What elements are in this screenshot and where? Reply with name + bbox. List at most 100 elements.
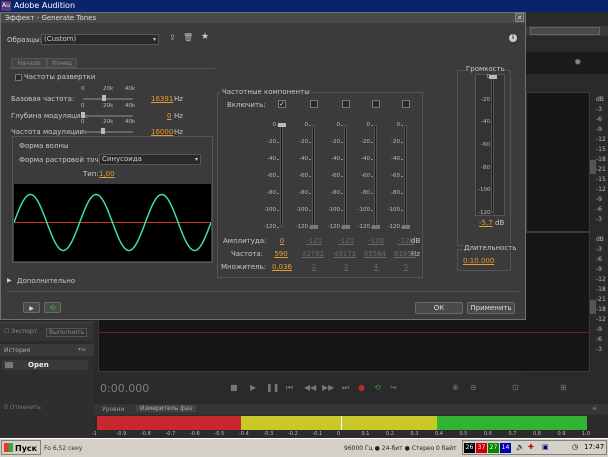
transport-pause-button[interactable]: ❚❚ (266, 383, 279, 392)
apply-button[interactable]: Применить (467, 302, 515, 314)
loop-toggle-button[interactable]: ⟲ (44, 302, 61, 313)
volume-value[interactable]: -5,7 (479, 219, 493, 227)
component-enable-checkbox[interactable] (402, 100, 410, 108)
start-button[interactable]: Пуск (1, 440, 41, 455)
component-slider-knob[interactable] (342, 225, 350, 229)
component-amplitude[interactable]: -120 (396, 237, 416, 245)
transport-loop-button[interactable]: ⟲ (374, 383, 381, 392)
volume-slider-knob[interactable] (489, 75, 497, 79)
component-amplitude[interactable]: -120 (304, 237, 324, 245)
param-value[interactable]: 0 (167, 112, 171, 120)
db-tick-mark (371, 142, 373, 143)
duration-value[interactable]: 0:10.000 (463, 257, 494, 265)
param-value[interactable]: 16000 (151, 128, 173, 136)
param-unit: Hz (174, 112, 183, 120)
time-display: 0:00.000 (100, 382, 150, 395)
component-frequency[interactable]: 49173 (332, 250, 358, 258)
param-value[interactable]: 16391 (151, 95, 173, 103)
tab-start[interactable]: Начало (11, 58, 47, 68)
run-button[interactable]: Выполнить (46, 328, 88, 337)
sweep-checkbox[interactable] (15, 74, 22, 81)
db-scale-label: -6 (596, 336, 602, 343)
dialog-close-button[interactable]: ✕ (515, 13, 524, 22)
meter-tick-label: 0.8 (533, 431, 541, 437)
tab-end[interactable]: Конец (47, 58, 77, 68)
tab-phase-meter[interactable]: Измеритель фаз (136, 405, 197, 412)
ok-button[interactable]: ОК (415, 302, 463, 314)
component-amplitude[interactable]: -120 (366, 237, 386, 245)
component-multiplier[interactable]: 2 (302, 263, 326, 271)
zoom-selection-icon[interactable]: ⊞ (560, 383, 567, 392)
component-frequency[interactable]: 81955 (392, 250, 418, 258)
transport-rewind-start-button[interactable]: ⏮ (286, 383, 293, 393)
component-slider-track[interactable] (312, 125, 315, 227)
transport-play-button[interactable]: ▶ (250, 383, 256, 392)
transport-skip-button[interactable]: ↪ (390, 383, 397, 392)
search-field[interactable] (530, 27, 600, 35)
param-slider-track[interactable] (83, 131, 133, 133)
transport-stop-button[interactable]: ■ (230, 383, 238, 392)
tab-history[interactable]: История (4, 347, 30, 354)
scroll-handle[interactable] (590, 160, 596, 174)
presets-dropdown[interactable]: (Custom) ▾ (41, 34, 159, 45)
component-frequency[interactable]: 65564 (362, 250, 388, 258)
param-slider-knob[interactable] (101, 128, 105, 134)
transport-rewind-button[interactable]: ◀◀ (304, 383, 316, 392)
component-frequency[interactable]: 32782 (300, 250, 326, 258)
export-button[interactable]: ☐ Экспорт (4, 328, 37, 335)
preview-play-button[interactable]: ▶ (23, 302, 40, 313)
info-icon[interactable]: i (509, 34, 517, 42)
tab-levels[interactable]: Уровни (102, 406, 125, 413)
component-slider-track[interactable] (374, 125, 377, 227)
component-slider-knob[interactable] (310, 225, 318, 229)
tray-network-icon[interactable]: ✚ (528, 443, 534, 451)
component-enable-checkbox[interactable]: ✓ (278, 100, 286, 108)
zoom-in-icon[interactable]: ⊕ (452, 383, 459, 392)
advanced-expand-icon[interactable]: ▶ (7, 277, 12, 284)
component-amplitude[interactable]: -120 (336, 237, 356, 245)
tray-app-icon[interactable]: ▣ (542, 443, 549, 451)
volume-slider-track[interactable] (491, 77, 494, 213)
transport-record-button[interactable]: ● (358, 383, 365, 392)
component-slider-knob[interactable] (402, 225, 410, 229)
component-enable-checkbox[interactable] (342, 100, 350, 108)
zoom-out-icon[interactable]: ⊖ (470, 383, 477, 392)
component-slider-knob[interactable] (372, 225, 380, 229)
levels-panel-menu-icon[interactable]: ≡ (592, 405, 597, 412)
delete-preset-icon[interactable]: 🗑 (183, 33, 193, 42)
param-slider-knob[interactable] (101, 95, 106, 101)
zoom-full-icon[interactable]: ⊡ (512, 383, 519, 392)
waveform-shape-dropdown[interactable]: Синусоида ▾ (99, 154, 201, 165)
component-slider-knob[interactable] (278, 123, 286, 127)
db-tick-mark (401, 193, 403, 194)
transport-forward-button[interactable]: ▶▶ (322, 383, 334, 392)
component-enable-checkbox[interactable] (372, 100, 380, 108)
component-frequency[interactable]: 590 (268, 250, 294, 258)
component-multiplier[interactable]: 0,036 (270, 263, 294, 271)
favorite-star-icon[interactable]: ★ (201, 32, 209, 42)
component-slider-track[interactable] (404, 125, 407, 227)
snap-icon[interactable]: ✹ (574, 58, 582, 68)
param-slider-track[interactable] (83, 115, 133, 117)
enable-label: Включить: (227, 101, 266, 109)
param-slider-knob[interactable] (81, 112, 85, 118)
taskbar: Пуск Fo 6,52 секу 96000 Гц ● 24-бит ● Ст… (0, 438, 608, 457)
component-multiplier[interactable]: 4 (364, 263, 388, 271)
slider-tick-label: 20k (103, 86, 114, 92)
tray-volume-icon[interactable]: 🔈 (516, 443, 525, 451)
component-slider-track[interactable] (280, 125, 283, 227)
component-multiplier[interactable]: 3 (334, 263, 358, 271)
save-preset-icon[interactable]: ⇪ (169, 33, 176, 42)
history-panel-menu-icon[interactable]: ▾≡ (78, 346, 86, 353)
waveform-type-value[interactable]: 1,00 (99, 170, 115, 178)
component-slider-track[interactable] (344, 125, 347, 227)
component-multiplier[interactable]: 5 (394, 263, 418, 271)
advanced-label[interactable]: Дополнительно (17, 277, 75, 285)
waveform-section-title: Форма волны (19, 142, 69, 150)
transport-end-button[interactable]: ⏭ (342, 383, 349, 393)
param-slider-track[interactable] (83, 98, 133, 100)
component-enable-checkbox[interactable] (310, 100, 318, 108)
scroll-handle-2[interactable] (590, 300, 596, 314)
component-amplitude[interactable]: 0 (272, 237, 292, 245)
meter-red-section (97, 416, 241, 430)
